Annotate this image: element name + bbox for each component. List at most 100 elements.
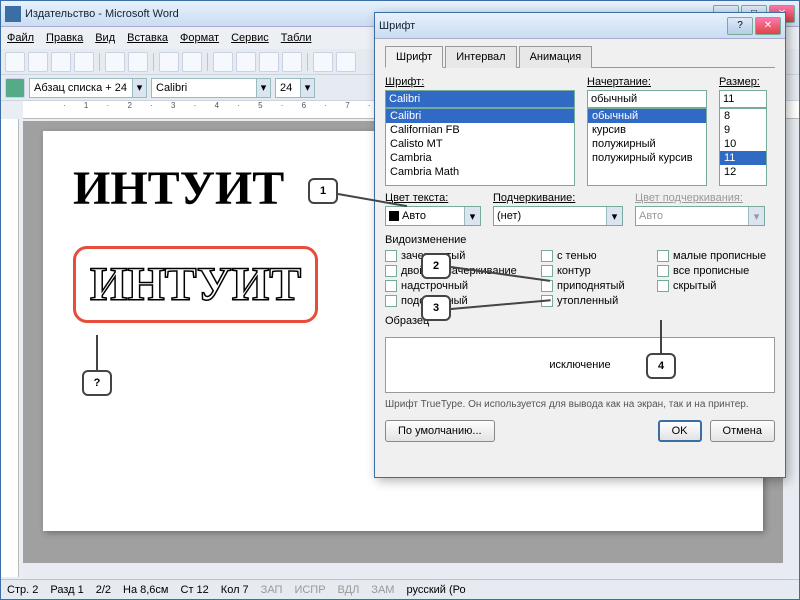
size-value: 24 <box>280 82 292 94</box>
list-item[interactable]: 9 <box>720 123 766 137</box>
underline-label: Подчеркивание: <box>493 192 623 204</box>
toolbar-separator <box>153 53 154 71</box>
chevron-down-icon[interactable]: ▾ <box>132 79 146 97</box>
chevron-down-icon[interactable]: ▾ <box>464 207 480 225</box>
statusbar: Стр. 2 Разд 1 2/2 На 8,6см Ст 12 Кол 7 З… <box>1 579 799 599</box>
size-input[interactable]: 11 <box>719 90 767 108</box>
save-icon[interactable] <box>51 52 71 72</box>
default-button[interactable]: По умолчанию... <box>385 420 495 442</box>
print-icon[interactable] <box>105 52 125 72</box>
paste-icon[interactable] <box>259 52 279 72</box>
style-listbox[interactable]: обычный курсив полужирный полужирный кур… <box>587 108 707 186</box>
status-col[interactable]: Кол 7 <box>221 584 249 596</box>
status-at[interactable]: На 8,6см <box>123 584 168 596</box>
styles-icon[interactable] <box>5 78 25 98</box>
menu-table[interactable]: Табли <box>281 32 312 44</box>
status-trk[interactable]: ИСПР <box>294 584 325 596</box>
dialog-tabs: Шрифт Интервал Анимация <box>385 45 775 68</box>
list-item[interactable]: 10 <box>720 137 766 151</box>
checkbox-emboss[interactable]: приподнятый <box>541 280 651 292</box>
status-page[interactable]: Стр. 2 <box>7 584 38 596</box>
menu-format[interactable]: Формат <box>180 32 219 44</box>
toolbar-separator <box>207 53 208 71</box>
new-doc-icon[interactable] <box>5 52 25 72</box>
list-item[interactable]: 11 <box>720 151 766 165</box>
word-icon <box>5 6 21 22</box>
status-pagecount[interactable]: 2/2 <box>96 584 111 596</box>
document-text-outline[interactable]: ИНТУИТ <box>90 257 301 312</box>
status-line[interactable]: Ст 12 <box>181 584 209 596</box>
callout-line <box>96 335 98 371</box>
menu-insert[interactable]: Вставка <box>127 32 168 44</box>
redo-icon[interactable] <box>336 52 356 72</box>
size-label: Размер: <box>719 76 767 88</box>
status-lang[interactable]: русский (Ро <box>406 584 465 596</box>
list-item[interactable]: Californian FB <box>386 123 574 137</box>
list-item[interactable]: 12 <box>720 165 766 179</box>
tab-spacing[interactable]: Интервал <box>445 46 516 68</box>
checkbox-sup[interactable]: надстрочный <box>385 280 535 292</box>
underline-combo[interactable]: (нет)▾ <box>493 206 623 226</box>
font-hint: Шрифт TrueType. Он используется для выво… <box>385 399 775 410</box>
list-item[interactable]: Calisto MT <box>386 137 574 151</box>
style-input[interactable]: обычный <box>587 90 707 108</box>
checkbox-engrave[interactable]: утопленный <box>541 295 651 307</box>
status-section[interactable]: Разд 1 <box>50 584 83 596</box>
tab-font[interactable]: Шрифт <box>385 46 443 68</box>
list-item[interactable]: обычный <box>588 109 706 123</box>
list-item[interactable]: курсив <box>588 123 706 137</box>
callout-3: 3 <box>421 295 451 321</box>
list-item[interactable]: Cambria Math <box>386 165 574 179</box>
callout-question: ? <box>82 370 112 396</box>
checkbox-sub[interactable]: подстрочный <box>385 295 535 307</box>
undo-icon[interactable] <box>313 52 333 72</box>
menu-file[interactable]: Файл <box>7 32 34 44</box>
list-item[interactable]: Calibri <box>386 109 574 123</box>
status-rec[interactable]: ЗАП <box>261 584 283 596</box>
status-ext[interactable]: ВДЛ <box>338 584 360 596</box>
color-combo[interactable]: Авто▾ <box>385 206 481 226</box>
format-painter-icon[interactable] <box>282 52 302 72</box>
dialog-close-button[interactable]: ✕ <box>755 17 781 35</box>
toolbar-separator <box>99 53 100 71</box>
horizontal-scrollbar[interactable] <box>23 563 783 579</box>
list-item[interactable]: полужирный <box>588 137 706 151</box>
checkbox-allcaps[interactable]: все прописные <box>657 265 777 277</box>
status-ovr[interactable]: ЗАМ <box>371 584 394 596</box>
checkbox-shadow[interactable]: с тенью <box>541 250 651 262</box>
ok-button[interactable]: OK <box>658 420 702 442</box>
preview-icon[interactable] <box>128 52 148 72</box>
chevron-down-icon[interactable]: ▾ <box>300 79 314 97</box>
effects-label: Видоизменение <box>385 234 775 246</box>
chevron-down-icon[interactable]: ▾ <box>256 79 270 97</box>
size-listbox[interactable]: 8 9 10 11 12 <box>719 108 767 186</box>
chevron-down-icon[interactable]: ▾ <box>606 207 622 225</box>
list-item[interactable]: 8 <box>720 109 766 123</box>
font-value: Calibri <box>156 82 187 94</box>
checkbox-outline[interactable]: контур <box>541 265 651 277</box>
font-listbox[interactable]: Calibri Californian FB Calisto MT Cambri… <box>385 108 575 186</box>
style-combo[interactable]: Абзац списка + 24▾ <box>29 78 147 98</box>
open-icon[interactable] <box>28 52 48 72</box>
vertical-ruler[interactable] <box>1 119 19 577</box>
menu-tools[interactable]: Сервис <box>231 32 269 44</box>
checkbox-strike[interactable]: зачеркнутый <box>385 250 535 262</box>
checkbox-smallcaps[interactable]: малые прописные <box>657 250 777 262</box>
research-icon[interactable] <box>182 52 202 72</box>
cut-icon[interactable] <box>213 52 233 72</box>
dialog-help-button[interactable]: ? <box>727 17 753 35</box>
menu-view[interactable]: Вид <box>95 32 115 44</box>
cancel-button[interactable]: Отмена <box>710 420 775 442</box>
tab-animation[interactable]: Анимация <box>519 46 593 68</box>
font-input[interactable]: Calibri <box>385 90 575 108</box>
checkbox-hidden[interactable]: скрытый <box>657 280 777 292</box>
copy-icon[interactable] <box>236 52 256 72</box>
spellcheck-icon[interactable] <box>159 52 179 72</box>
font-combo[interactable]: Calibri ▾ <box>151 78 271 98</box>
permission-icon[interactable] <box>74 52 94 72</box>
highlight-box: ИНТУИТ <box>73 246 318 323</box>
list-item[interactable]: полужирный курсив <box>588 151 706 165</box>
list-item[interactable]: Cambria <box>386 151 574 165</box>
menu-edit[interactable]: Правка <box>46 32 83 44</box>
size-combo[interactable]: 24 ▾ <box>275 78 315 98</box>
